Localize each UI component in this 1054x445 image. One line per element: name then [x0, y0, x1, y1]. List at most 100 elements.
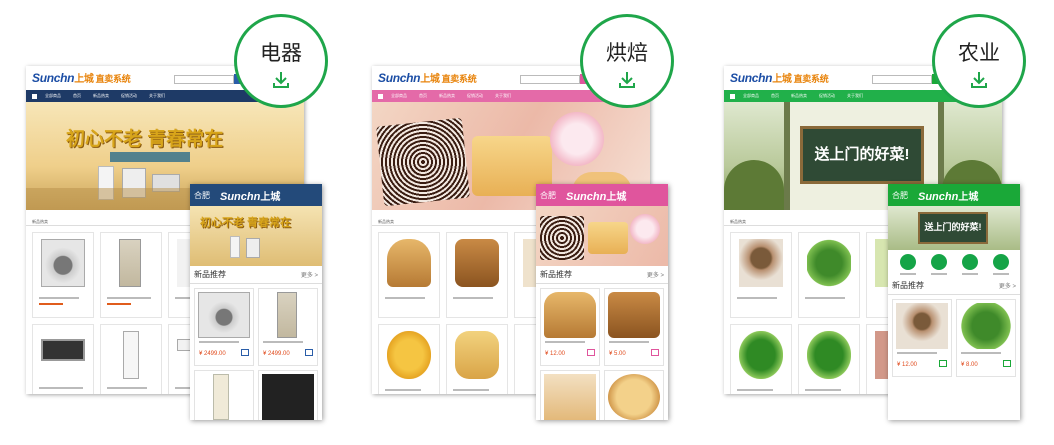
mobile-section-header: 新品推荐 更多 > [190, 266, 322, 284]
mobile-banner[interactable]: 初心不老 青春常在 [190, 206, 322, 266]
product-card[interactable] [100, 324, 162, 394]
mushroom-image [739, 239, 783, 287]
product-name [737, 389, 773, 391]
shortcut-label [992, 273, 1009, 275]
mobile-product-card[interactable]: ¥ 12.00 [892, 299, 952, 377]
product-card[interactable] [730, 324, 792, 394]
home-icon[interactable] [32, 93, 37, 99]
mushroom-image [896, 303, 948, 349]
mobile-product-card[interactable] [540, 370, 600, 420]
product-price [39, 303, 63, 305]
spinach-image [739, 331, 783, 379]
site-logo[interactable]: Sunchn上城 直卖系统 [730, 70, 829, 85]
mobile-section-title: 新品推荐 [194, 270, 226, 279]
mobile-section-title: 新品推荐 [540, 270, 572, 279]
search-input[interactable] [520, 75, 580, 84]
product-card[interactable] [100, 232, 162, 318]
chalkboard-sign: 送上门的好菜! [800, 126, 924, 184]
product-card[interactable] [378, 232, 440, 318]
category-badge[interactable]: 电器 [234, 14, 328, 108]
product-card[interactable] [798, 324, 860, 394]
product-card[interactable] [730, 232, 792, 318]
mobile-product-card[interactable] [258, 370, 318, 420]
city-selector[interactable]: 合肥 [892, 190, 908, 201]
mobile-section-header: 新品推荐 更多 > [536, 266, 668, 284]
mobile-product-card[interactable]: ¥ 8.00 [956, 299, 1016, 377]
category-badge[interactable]: 烘焙 [580, 14, 674, 108]
category-shortcut[interactable] [930, 254, 947, 275]
bread-image [387, 239, 431, 287]
site-logo[interactable]: Sunchn上城 直卖系统 [32, 70, 131, 85]
product-card[interactable] [378, 324, 440, 394]
mobile-product-card[interactable]: ¥ 2499.00 [258, 288, 318, 366]
bread-image [544, 292, 596, 338]
sponge-cake-image [588, 222, 628, 254]
more-link[interactable]: 更多 > [999, 281, 1016, 290]
product-name [609, 341, 649, 343]
mobile-mockup: 合肥 Sunchn上城 新品推荐 更多 > ¥ 12.00 ¥ 5.00 [536, 184, 668, 420]
mobile-section-title: 新品推荐 [892, 281, 924, 290]
category-label: 烘焙 [606, 42, 648, 65]
mobile-product-card[interactable]: ¥ 5.00 [604, 288, 664, 366]
download-arrow-icon [971, 72, 987, 88]
product-card[interactable] [798, 232, 860, 318]
plants-image [724, 160, 784, 210]
category-shortcut[interactable] [992, 254, 1009, 275]
shortcut-label [961, 273, 978, 275]
city-selector[interactable]: 合肥 [540, 190, 556, 201]
mobile-product-card[interactable] [604, 370, 664, 420]
ac-tower-image [213, 374, 229, 420]
mobile-product-card[interactable] [194, 370, 254, 420]
category-shortcut[interactable] [899, 254, 916, 275]
cart-icon[interactable] [305, 349, 313, 356]
category-badge[interactable]: 农业 [932, 14, 1026, 108]
more-link[interactable]: 更多 > [647, 270, 664, 279]
mobile-banner[interactable] [536, 206, 668, 266]
cart-icon[interactable] [241, 349, 249, 356]
cream-cake-image [550, 112, 604, 166]
mobile-product-card[interactable]: ¥ 12.00 [540, 288, 600, 366]
product-card[interactable] [446, 324, 508, 394]
product-name [385, 297, 425, 299]
gift-icon [961, 254, 978, 270]
product-name [107, 297, 151, 299]
banner-title: 初心不老 青春常在 [66, 129, 224, 150]
product-name [39, 387, 83, 389]
bun-image [387, 331, 431, 379]
site-logo[interactable]: Sunchn上城 直卖系统 [378, 70, 477, 85]
home-icon[interactable] [378, 93, 383, 99]
mobile-banner[interactable]: 送上门的好菜! [888, 206, 1020, 250]
mobile-header: 合肥 Sunchn上城 [190, 184, 322, 206]
bread-image [455, 239, 499, 287]
mobile-product-grid: ¥ 2499.00 ¥ 2499.00 [190, 284, 322, 420]
mobile-product-card[interactable]: ¥ 2499.00 [194, 288, 254, 366]
city-selector[interactable]: 合肥 [194, 190, 210, 201]
mobile-logo: Sunchn上城 [918, 190, 979, 203]
fridge-image [277, 292, 297, 338]
home-icon[interactable] [730, 93, 735, 99]
product-card[interactable] [32, 324, 94, 394]
more-link[interactable]: 更多 > [301, 270, 318, 279]
mobile-section-header: 新品推荐 更多 > [888, 277, 1020, 295]
cart-icon[interactable] [939, 360, 947, 367]
cream-cake-image [630, 214, 660, 244]
product-price: ¥ 2499.00 [199, 351, 226, 357]
washer-image [41, 239, 85, 287]
product-name [453, 297, 493, 299]
search-input[interactable] [174, 75, 234, 84]
chalkboard-sign: 送上门的好菜! [918, 212, 988, 244]
product-name [737, 297, 777, 299]
info-icon [992, 254, 1009, 270]
shortcut-label [930, 273, 947, 275]
shortcut-label [899, 273, 916, 275]
product-card[interactable] [32, 232, 94, 318]
cart-icon[interactable] [587, 349, 595, 356]
cart-icon[interactable] [651, 349, 659, 356]
cart-icon[interactable] [1003, 360, 1011, 367]
range-hood-image [262, 374, 314, 420]
search-input[interactable] [872, 75, 932, 84]
category-shortcut[interactable] [961, 254, 978, 275]
product-name [897, 352, 937, 354]
product-name [805, 389, 841, 391]
product-card[interactable] [446, 232, 508, 318]
